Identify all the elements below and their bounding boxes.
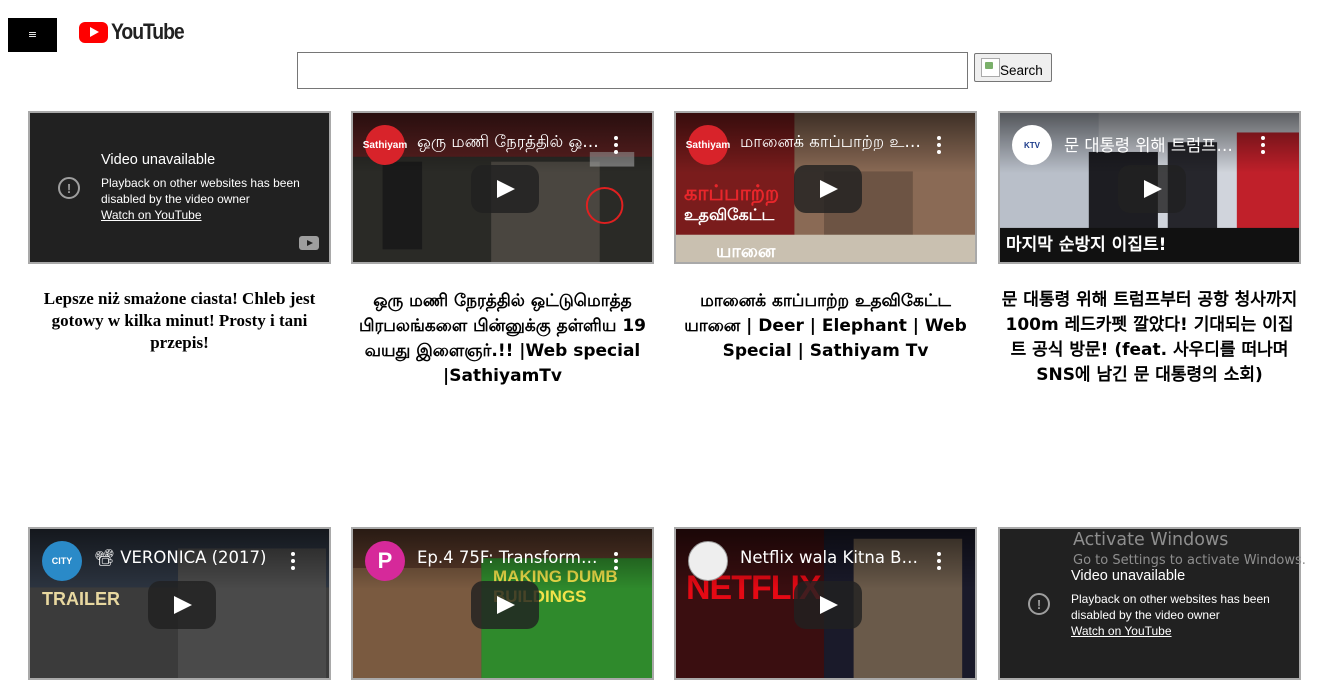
more-options-icon[interactable] bbox=[929, 135, 949, 155]
embed-title-5[interactable]: 📽 VERONICA (2017) bbox=[94, 548, 278, 568]
video-caption-3: மானைக் காப்பாற்ற உதவிகேட்ட யானை | Deer |… bbox=[674, 289, 977, 364]
video-embed-5[interactable]: TRAILER CITY 📽 VERONICA (2017) bbox=[28, 527, 331, 680]
unavailable-message: Playback on other websites has been disa… bbox=[1071, 592, 1270, 622]
play-button[interactable] bbox=[471, 165, 539, 213]
unavailable-heading: Video unavailable bbox=[1071, 568, 1186, 584]
video-caption-4-text: 문 대통령 위해 트럼프부터 공항 청사까지 100m 레드카펫 깔았다! 기대… bbox=[1001, 290, 1298, 385]
play-button[interactable] bbox=[794, 581, 862, 629]
video-caption-3-text: மானைக் காப்பாற்ற உதவிகேட்ட யானை | Deer |… bbox=[684, 291, 967, 361]
more-options-icon[interactable] bbox=[283, 551, 303, 571]
video-caption-4: 문 대통령 위해 트럼프부터 공항 청사까지 100m 레드카펫 깔았다! 기대… bbox=[998, 288, 1301, 388]
video-embed-8[interactable]: ! Video unavailable Playback on other we… bbox=[998, 527, 1301, 680]
more-options-icon[interactable] bbox=[606, 135, 626, 155]
video-caption-1: Lepsze niż smażone ciasta! Chleb jest go… bbox=[43, 289, 316, 352]
video-embed-4[interactable]: 마지막 순방지 이집트! KTV 문 대통령 위해 트럼프부터 공항 bbox=[998, 111, 1301, 264]
menu-button[interactable]: ≡ bbox=[8, 18, 57, 52]
more-options-icon[interactable] bbox=[1253, 135, 1273, 155]
more-options-icon[interactable] bbox=[929, 551, 949, 571]
video-embed-1[interactable]: ! Video unavailable Playback on other we… bbox=[28, 111, 331, 264]
search-input[interactable] bbox=[297, 52, 968, 89]
play-button[interactable] bbox=[148, 581, 216, 629]
broken-image-icon bbox=[981, 58, 1000, 77]
thumb-text: யானை bbox=[716, 241, 776, 262]
youtube-logo[interactable]: YouTube bbox=[79, 19, 193, 45]
play-button[interactable] bbox=[471, 581, 539, 629]
exclamation-icon: ! bbox=[1028, 593, 1050, 615]
youtube-play-icon bbox=[79, 21, 108, 43]
unavailable-heading: Video unavailable bbox=[101, 152, 216, 168]
embed-title-3[interactable]: மானைக் காப்பாற்ற உதவிகேட்ட யானை bbox=[740, 132, 924, 154]
embed-title-6[interactable]: Ep.4 75F: Transforming Dumb Buildings bbox=[417, 548, 601, 567]
unavailable-message: Playback on other websites has been disa… bbox=[101, 176, 300, 206]
play-button[interactable] bbox=[1118, 165, 1186, 213]
more-options-icon[interactable] bbox=[606, 551, 626, 571]
video-embed-3[interactable]: காப்பாற்ற உதவிகேட்ட யானை Sathiyam மானைக்… bbox=[674, 111, 977, 264]
play-button[interactable] bbox=[794, 165, 862, 213]
channel-avatar-ktv[interactable]: KTV bbox=[1012, 125, 1052, 165]
channel-avatar[interactable] bbox=[688, 541, 728, 581]
video-caption-2-text: ஒரு மணி நேரத்தில் ஒட்டுமொத்த பிரபலங்களை … bbox=[358, 291, 647, 386]
thumb-text: TRAILER bbox=[42, 589, 120, 609]
watch-on-youtube-link[interactable]: Watch on YouTube bbox=[1071, 624, 1172, 638]
search-button-label: Search bbox=[1000, 63, 1043, 78]
video-caption-2: ஒரு மணி நேரத்தில் ஒட்டுமொத்த பிரபலங்களை … bbox=[351, 289, 654, 389]
thumb-text: காப்பாற்ற bbox=[684, 181, 780, 205]
channel-avatar-sathiyam[interactable]: Sathiyam bbox=[686, 125, 730, 165]
thumb-text: உதவிகேட்ட bbox=[684, 205, 775, 224]
video-embed-6[interactable]: MAKING DUMB BUILDINGS P Ep.4 75F: Transf… bbox=[351, 527, 654, 680]
thumb-text: 마지막 순방지 이집트! bbox=[1006, 235, 1167, 255]
exclamation-icon: ! bbox=[58, 177, 80, 199]
channel-avatar-sathiyam[interactable]: Sathiyam bbox=[363, 125, 407, 165]
logo-text: YouTube bbox=[111, 19, 185, 44]
youtube-mini-icon bbox=[299, 236, 319, 250]
channel-avatar-city[interactable]: CITY bbox=[42, 541, 82, 581]
watch-on-youtube-link[interactable]: Watch on YouTube bbox=[101, 208, 202, 222]
search-button[interactable]: Search bbox=[974, 53, 1052, 82]
embed-title-7[interactable]: Netflix wala Kitna Bada bbox=[740, 548, 920, 567]
embed-title-2[interactable]: ஒரு மணி நேரத்தில் ஒட்டுமொத்த பிரபலங்களை … bbox=[417, 132, 601, 154]
channel-avatar-p[interactable]: P bbox=[365, 541, 405, 581]
video-embed-7[interactable]: NETFLIX Netflix wala Kitna Bada bbox=[674, 527, 977, 680]
embed-title-4[interactable]: 문 대통령 위해 트럼프부터 공항 bbox=[1064, 132, 1248, 156]
video-embed-2[interactable]: Sathiyam ஒரு மணி நேரத்தில் ஒட்டுமொத்த பி… bbox=[351, 111, 654, 264]
